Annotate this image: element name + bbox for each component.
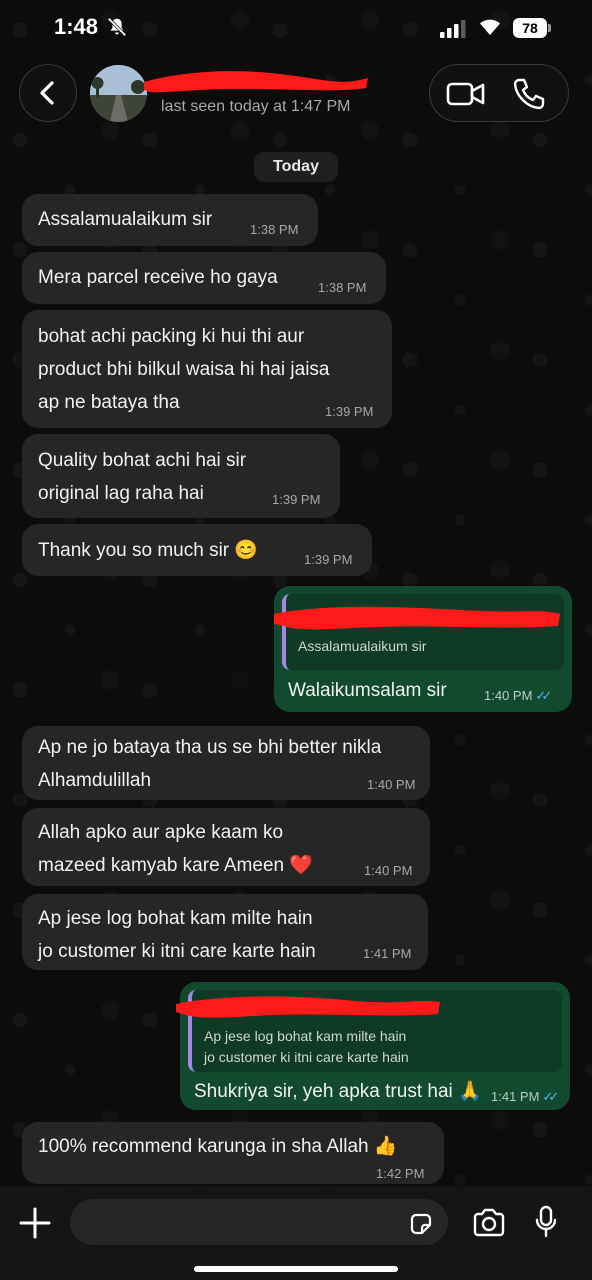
message-text: Ap ne jo bataya tha us se bhi better nik…	[38, 737, 382, 791]
message-text: 100% recommend karunga in sha Allah 👍	[38, 1136, 398, 1157]
quoted-text: Ap jese log bohat kam milte hain jo cust…	[204, 1028, 409, 1065]
camera-icon[interactable]	[472, 1208, 506, 1238]
wifi-icon	[480, 19, 500, 35]
bell-off-icon	[107, 17, 127, 37]
incoming-message[interactable]: Thank you so much sir 😊 1:39 PM	[22, 524, 372, 576]
quoted-author-redaction	[274, 606, 560, 630]
message-text: Shukriya sir, yeh apka trust hai 🙏	[194, 1081, 482, 1102]
message-time: 1:39 PM	[325, 404, 374, 419]
message-time: 1:40 PM	[367, 777, 416, 792]
compose-bar	[0, 1186, 592, 1280]
phone-icon[interactable]	[512, 77, 546, 111]
status-time: 1:48	[54, 14, 99, 39]
message-text: Quality bohat achi hai sir original lag …	[38, 450, 247, 504]
message-time: 1:38 PM	[250, 222, 299, 237]
message-text: bohat achi packing ki hui thi aur produc…	[38, 326, 330, 413]
plus-icon[interactable]	[18, 1206, 52, 1240]
time-text: 1:40 PM	[484, 688, 533, 703]
message-text: Allah apko aur apke kaam ko mazeed kamya…	[38, 822, 314, 876]
incoming-message[interactable]: Mera parcel receive ho gaya 1:38 PM	[22, 252, 386, 304]
mic-icon[interactable]	[534, 1205, 558, 1239]
message-input[interactable]	[70, 1199, 448, 1245]
incoming-message[interactable]: bohat achi packing ki hui thi aur produc…	[22, 310, 392, 428]
incoming-message[interactable]: Ap jese log bohat kam milte hain jo cust…	[22, 894, 428, 970]
avatar-photo	[90, 65, 147, 122]
message-time: 1:38 PM	[318, 280, 367, 295]
message-time: 1:42 PM	[376, 1166, 425, 1181]
call-actions	[429, 64, 569, 122]
incoming-message[interactable]: Allah apko aur apke kaam ko mazeed kamya…	[22, 808, 430, 886]
message-text: Ap jese log bohat kam milte hain jo cust…	[38, 908, 316, 962]
incoming-message[interactable]: Quality bohat achi hai sir original lag …	[22, 434, 340, 518]
contact-name-redaction	[144, 71, 368, 93]
back-button[interactable]	[19, 64, 77, 122]
double-check-icon: ✓✓	[535, 688, 552, 703]
message-time: 1:41 PM	[363, 946, 412, 961]
outgoing-message[interactable]: Ap jese log bohat kam milte hain jo cust…	[176, 982, 570, 1110]
video-call-icon[interactable]	[446, 79, 486, 109]
battery-level: 78	[513, 18, 547, 38]
message-text: Thank you so much sir 😊	[38, 540, 259, 561]
status-bar: 1:48 78	[0, 0, 592, 58]
incoming-message[interactable]: 100% recommend karunga in sha Allah 👍 1:…	[22, 1122, 444, 1184]
back-chevron-icon	[40, 81, 54, 105]
quoted-author-redaction	[176, 996, 440, 1018]
incoming-message[interactable]: Ap ne jo bataya tha us se bhi better nik…	[22, 726, 430, 800]
avatar[interactable]	[90, 65, 147, 122]
quoted-text: Assalamualaikum sir	[298, 638, 427, 654]
incoming-message[interactable]: Assalamualaikum sir 1:38 PM	[22, 194, 318, 246]
quoted-message[interactable]: Ap jese log bohat kam milte hain jo cust…	[176, 990, 562, 1072]
message-time: 1:39 PM	[304, 552, 353, 567]
home-indicator[interactable]	[194, 1266, 398, 1272]
battery-tip	[548, 24, 551, 32]
double-check-icon: ✓✓	[542, 1089, 559, 1104]
last-seen-status: last seen today at 1:47 PM	[161, 98, 351, 115]
outgoing-message[interactable]: Assalamualaikum sir Walaikumsalam sir 1:…	[274, 586, 572, 712]
quoted-message[interactable]: Assalamualaikum sir	[274, 594, 564, 670]
message-time: 1:40 PM ✓✓	[484, 688, 552, 704]
message-text: Assalamualaikum sir	[38, 209, 213, 230]
message-time: 1:39 PM	[272, 492, 321, 507]
signal-icon	[440, 20, 466, 38]
message-text: Mera parcel receive ho gaya	[38, 267, 278, 288]
date-divider: Today	[254, 152, 338, 182]
message-text: Walaikumsalam sir	[288, 680, 447, 701]
time-text: 1:41 PM	[491, 1089, 540, 1104]
message-time: 1:40 PM	[364, 863, 413, 878]
chat-header: last seen today at 1:47 PM	[0, 58, 592, 140]
sticker-icon[interactable]	[408, 1211, 434, 1237]
message-time: 1:41 PM ✓✓	[491, 1089, 559, 1105]
